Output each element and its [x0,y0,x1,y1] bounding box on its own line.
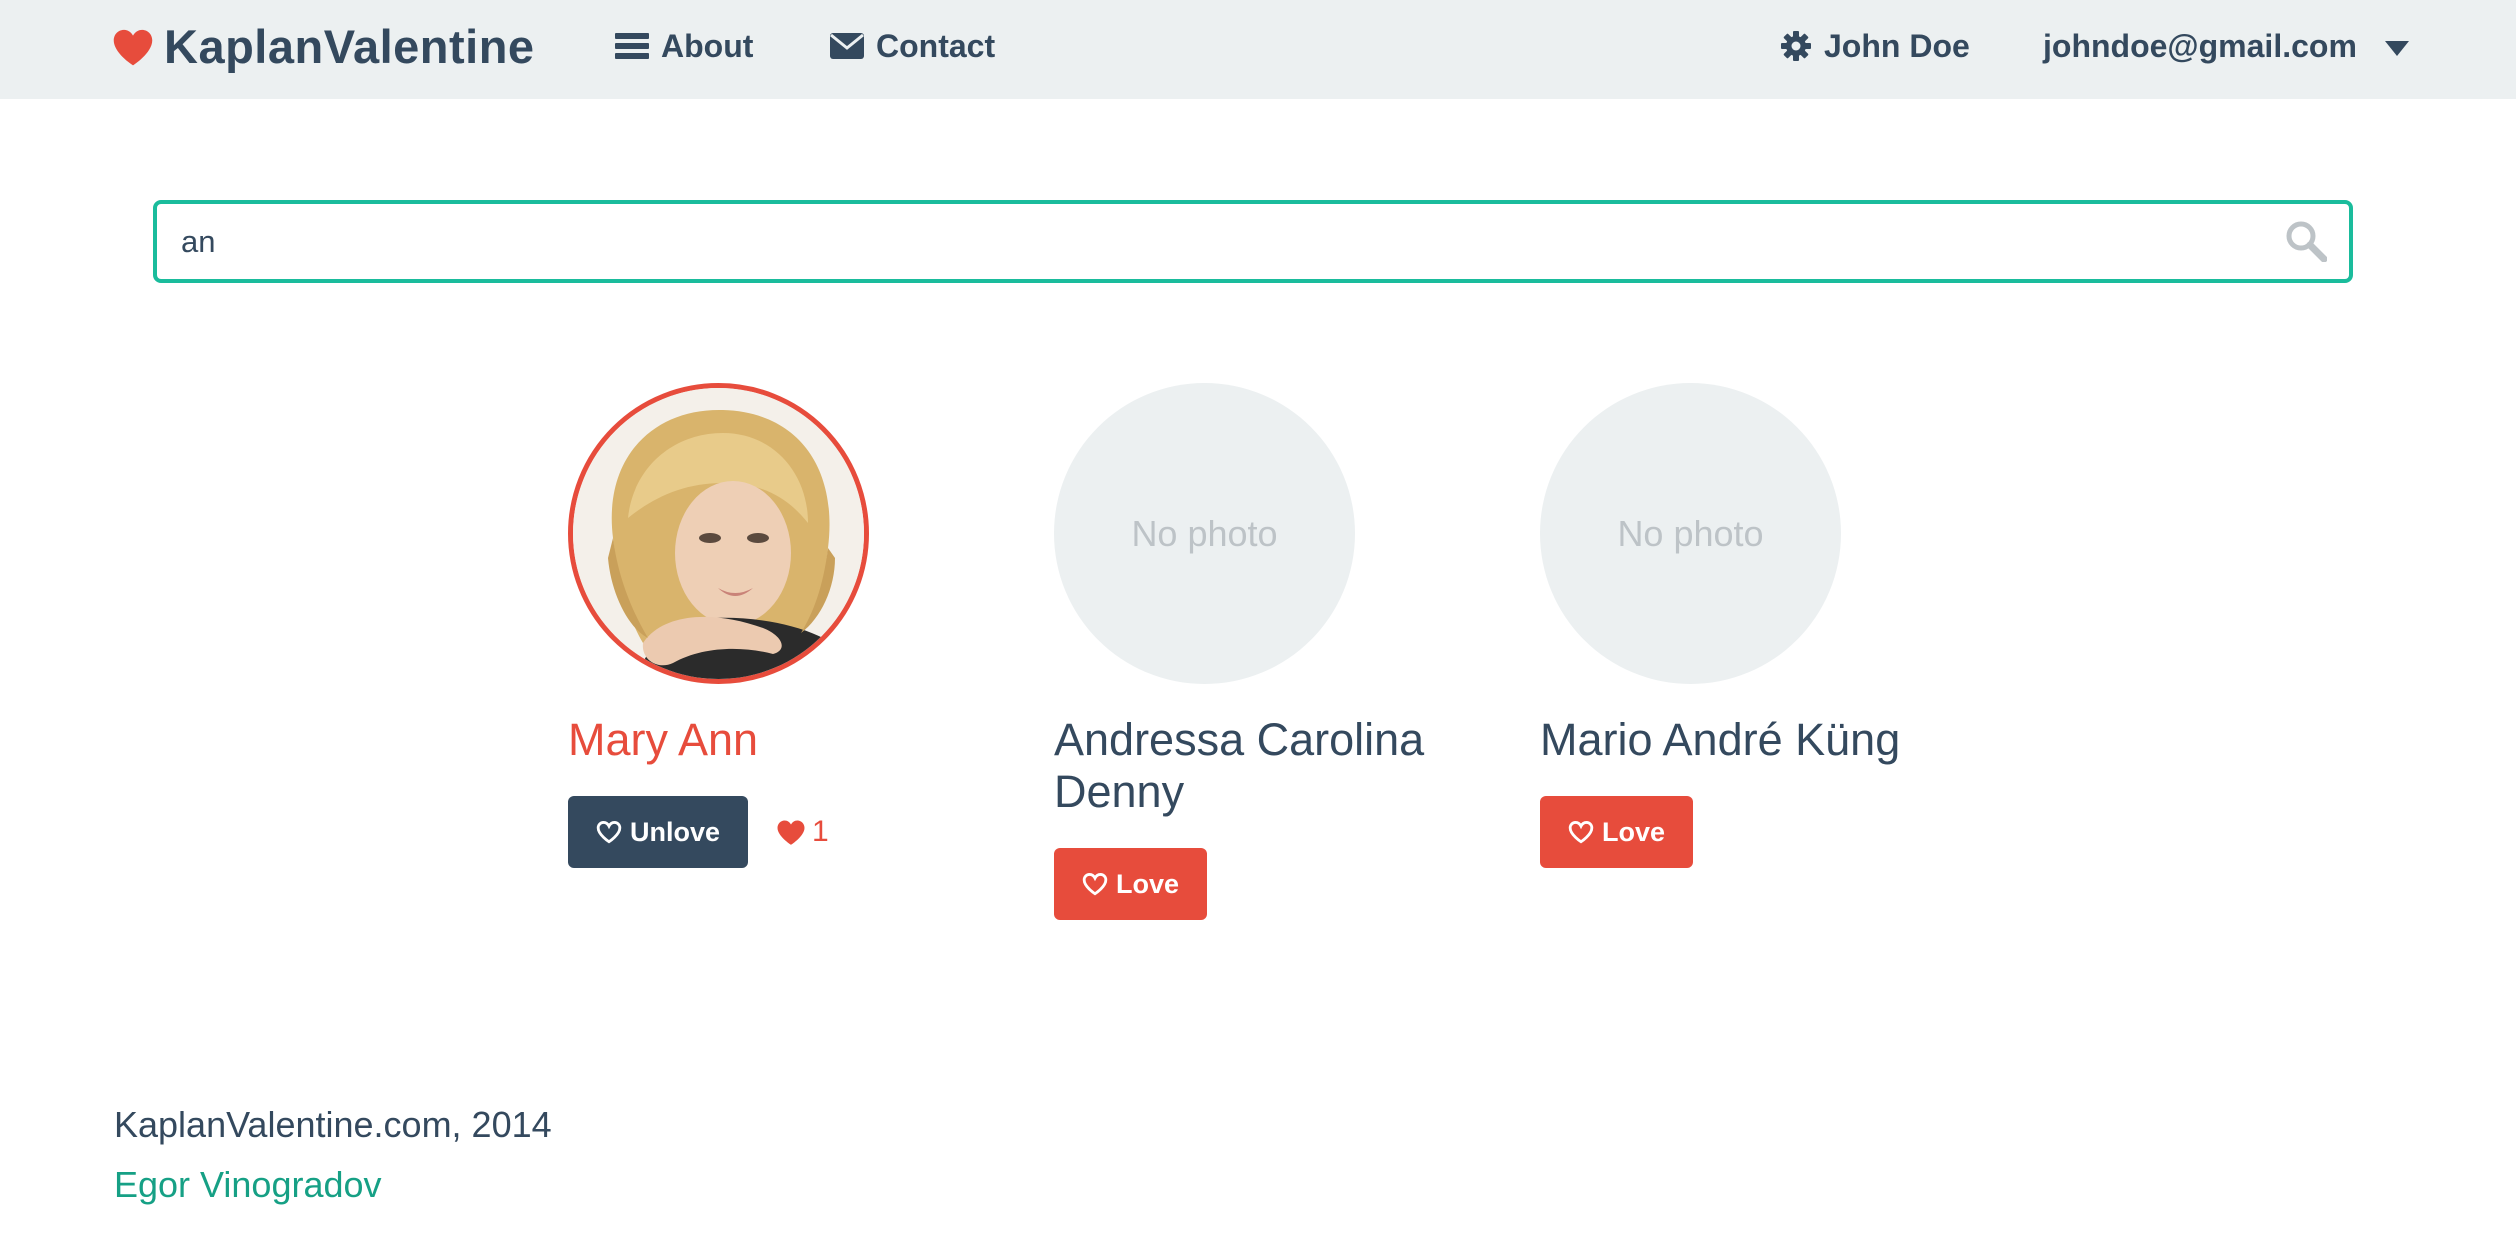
brand-name: KaplanValentine [164,19,535,73]
person-card: No photo Mario André Küng Love [1540,383,1980,868]
person-actions: Love [1054,848,1494,920]
person-photo [573,388,864,679]
menu-icon [615,32,649,60]
person-name[interactable]: Mary Ann [568,714,988,766]
person-actions: Unlove 1 [568,796,1008,868]
nav-about-link[interactable]: About [615,0,753,92]
heart-outline-icon [596,820,622,844]
search-box [153,200,2353,283]
top-navbar: KaplanValentine About Contact John Doe j… [0,0,2516,99]
person-actions: Love [1540,796,1980,868]
search-input[interactable] [157,204,2257,279]
heart-icon [776,819,806,846]
nav-contact-label: Contact [876,27,996,64]
person-avatar-placeholder[interactable]: No photo [1054,383,1355,684]
nav-contact-link[interactable]: Contact [830,0,995,92]
no-photo-label: No photo [1617,512,1764,554]
person-card: No photo Andressa Carolina Denny Love [1054,383,1494,920]
love-button[interactable]: Love [1054,848,1208,920]
heart-icon [113,29,153,66]
envelope-icon [830,33,864,59]
unlove-button[interactable]: Unlove [568,796,749,868]
no-photo-label: No photo [1131,512,1278,554]
nav-about-label: About [661,27,754,64]
footer-copyright: KaplanValentine.com, 2014 [114,1104,552,1145]
person-name[interactable]: Mario André Küng [1540,714,1960,766]
love-button[interactable]: Love [1540,796,1694,868]
nav-user-email: johndoe@gmail.com [2043,27,2357,64]
search-icon[interactable] [2285,220,2327,262]
heart-outline-icon [1568,820,1594,844]
brand-logo-link[interactable]: KaplanValentine [112,0,535,92]
person-card: Mary Ann Unlove 1 [568,383,1008,868]
heart-outline-icon [1082,872,1108,896]
unlove-button-label: Unlove [630,816,721,847]
footer-author-link[interactable]: Egor Vinogradov [114,1164,382,1206]
nav-user-name: John Doe [1824,27,1970,64]
love-button-label: Love [1116,868,1180,899]
person-avatar-placeholder[interactable]: No photo [1540,383,1841,684]
person-name[interactable]: Andressa Carolina Denny [1054,714,1474,818]
love-count: 1 [776,815,829,849]
person-avatar[interactable] [568,383,869,684]
chevron-down-icon [2384,40,2409,56]
gear-icon [1780,30,1812,62]
love-count-value: 1 [812,815,829,848]
nav-user-settings-link[interactable]: John Doe [1780,0,1970,92]
nav-account-dropdown[interactable]: johndoe@gmail.com [2043,0,2409,92]
love-button-label: Love [1602,816,1666,847]
